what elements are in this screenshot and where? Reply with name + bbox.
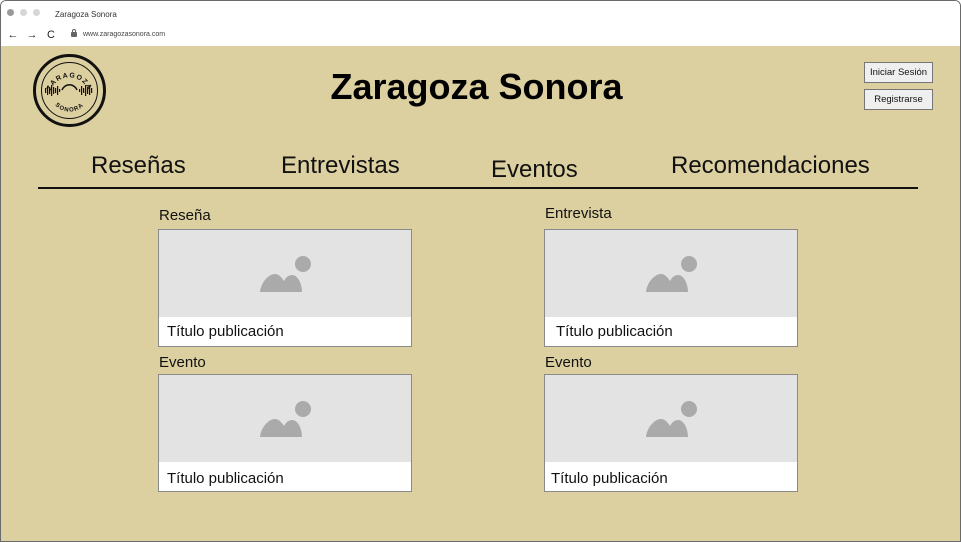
image-placeholder-icon bbox=[646, 256, 697, 292]
minimize-window-button[interactable] bbox=[20, 9, 27, 16]
back-arrow-icon[interactable]: ← bbox=[7, 29, 19, 41]
card-image-placeholder bbox=[159, 375, 411, 462]
window-controls bbox=[7, 9, 40, 16]
nav-item-eventos[interactable]: Eventos bbox=[491, 156, 578, 184]
publication-card[interactable]: Título publicación bbox=[544, 229, 798, 347]
card-image-placeholder bbox=[545, 375, 797, 462]
card-title[interactable]: Título publicación bbox=[551, 470, 668, 487]
nav-divider bbox=[38, 187, 918, 189]
card-category-label: Evento bbox=[545, 354, 592, 371]
forward-arrow-icon[interactable]: → bbox=[26, 29, 38, 41]
card-title[interactable]: Título publicación bbox=[167, 470, 284, 487]
card-image-placeholder bbox=[159, 230, 411, 317]
nav-item-recomendaciones[interactable]: Recomendaciones bbox=[671, 152, 870, 180]
image-placeholder-icon bbox=[646, 401, 697, 437]
publication-card[interactable]: Título publicación bbox=[158, 229, 412, 347]
lock-icon bbox=[71, 29, 77, 37]
publication-card[interactable]: Título publicación bbox=[544, 374, 798, 492]
image-placeholder-icon bbox=[260, 401, 311, 437]
browser-window: Zaragoza Sonora ← → C www.zaragozasonora… bbox=[0, 0, 961, 542]
card-category-label: Evento bbox=[159, 354, 206, 371]
image-placeholder-icon bbox=[260, 256, 311, 292]
browser-titlebar: Zaragoza Sonora bbox=[1, 1, 960, 25]
nav-item-entrevistas[interactable]: Entrevistas bbox=[281, 152, 400, 180]
browser-tab-title[interactable]: Zaragoza Sonora bbox=[55, 10, 117, 19]
page-content: ZARAGOZA SONORA Zaragoza Sonora Iniciar … bbox=[1, 46, 960, 541]
card-title[interactable]: Título publicación bbox=[556, 323, 673, 340]
maximize-window-button[interactable] bbox=[33, 9, 40, 16]
card-title[interactable]: Título publicación bbox=[167, 323, 284, 340]
browser-address-bar: ← → C www.zaragozasonora.com bbox=[1, 25, 960, 46]
nav-item-resenas[interactable]: Reseñas bbox=[91, 152, 186, 180]
register-button[interactable]: Registrarse bbox=[864, 89, 933, 110]
url-field[interactable]: www.zaragozasonora.com bbox=[83, 31, 165, 38]
card-category-label: Entrevista bbox=[545, 205, 612, 222]
page-title: Zaragoza Sonora bbox=[330, 66, 623, 107]
reload-icon[interactable]: C bbox=[45, 29, 57, 41]
card-image-placeholder bbox=[545, 230, 797, 317]
publication-card[interactable]: Título publicación bbox=[158, 374, 412, 492]
close-window-button[interactable] bbox=[7, 9, 14, 16]
card-category-label: Reseña bbox=[159, 207, 211, 224]
login-button[interactable]: Iniciar Sesión bbox=[864, 62, 933, 83]
